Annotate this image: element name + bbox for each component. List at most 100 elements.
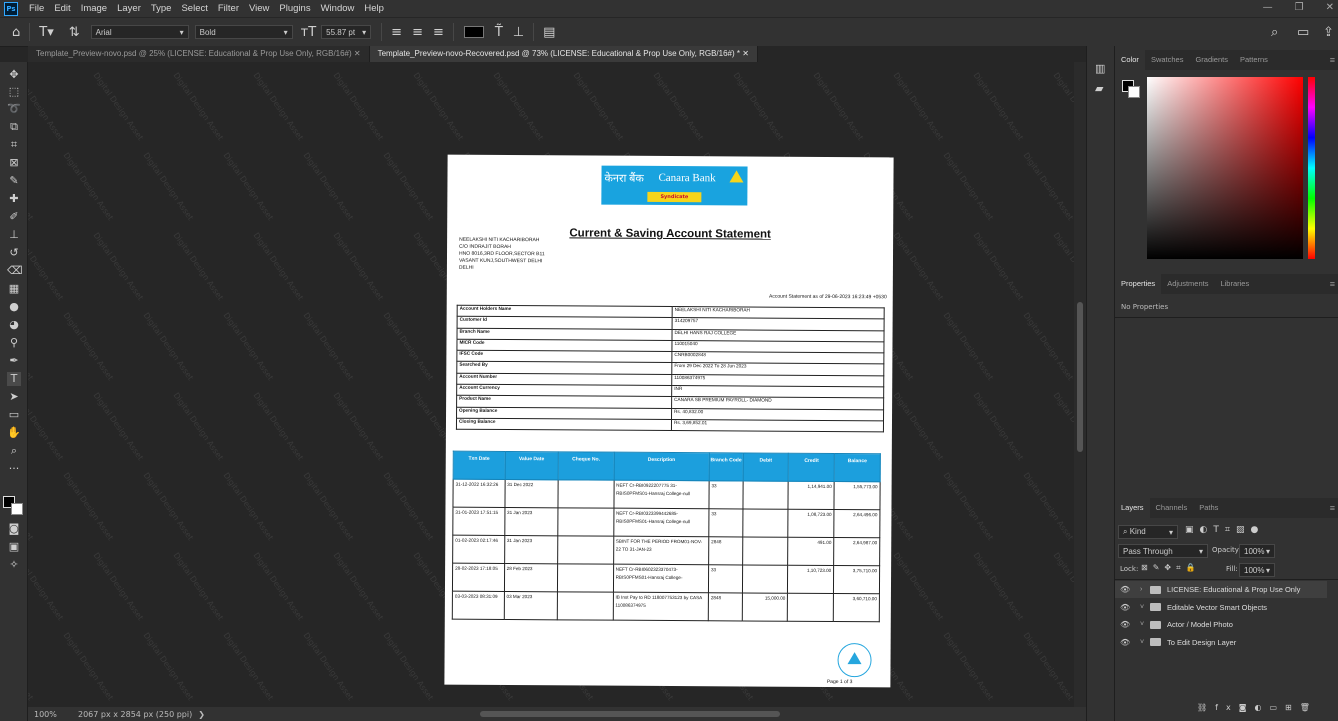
- move-tool-icon[interactable]: ✥: [7, 68, 21, 82]
- layer-kind-filter[interactable]: ⌕ Kind ▾: [1118, 525, 1178, 539]
- panel-menu-icon[interactable]: ≡: [1330, 55, 1335, 65]
- lock-position-icon[interactable]: ✥: [1164, 563, 1176, 572]
- panel-menu-icon[interactable]: ≡: [1330, 279, 1335, 289]
- history-brush-icon[interactable]: ↺: [7, 246, 21, 260]
- tab-channels[interactable]: Channels: [1150, 498, 1194, 518]
- hue-slider[interactable]: [1308, 77, 1315, 259]
- object-select-tool-icon[interactable]: ⧉: [7, 120, 21, 134]
- link-layers-icon[interactable]: ⛓: [1197, 703, 1215, 712]
- tab-patterns[interactable]: Patterns: [1234, 50, 1274, 70]
- healing-brush-icon[interactable]: ✚: [7, 192, 21, 206]
- align-center-icon[interactable]: ≡: [412, 25, 423, 40]
- delete-layer-icon[interactable]: 🗑: [1300, 703, 1318, 712]
- font-style-select[interactable]: Bold ▾: [194, 25, 293, 39]
- text-color-swatch[interactable]: [463, 26, 484, 38]
- edit-toolbar-icon[interactable]: ✧: [7, 558, 21, 572]
- menu-image[interactable]: Image: [76, 0, 112, 17]
- panel-menu-icon[interactable]: ≡: [1330, 503, 1335, 513]
- menu-file[interactable]: File: [24, 0, 49, 17]
- lock-artboard-icon[interactable]: ⌗: [1176, 563, 1186, 572]
- chevron-right-icon[interactable]: ˅: [1140, 621, 1150, 628]
- search-icon[interactable]: ⌕: [1271, 25, 1278, 40]
- workspace-icon[interactable]: ▭: [1297, 25, 1309, 40]
- menu-filter[interactable]: Filter: [213, 0, 244, 17]
- add-mask-icon[interactable]: ◙: [1239, 703, 1255, 712]
- chevron-right-icon[interactable]: ˅: [1140, 639, 1150, 646]
- align-left-icon[interactable]: ≡: [391, 25, 402, 40]
- tab-properties[interactable]: Properties: [1115, 274, 1162, 294]
- layer-row[interactable]: 👁 › LICENSE: Educational & Prop Use Only: [1115, 581, 1327, 598]
- menu-edit[interactable]: Edit: [49, 0, 75, 17]
- menu-type[interactable]: Type: [146, 0, 177, 17]
- zoom-tool-icon[interactable]: ⌕: [7, 444, 21, 458]
- restore-icon[interactable]: ❐: [1295, 0, 1304, 16]
- zoom-level[interactable]: 100%: [34, 710, 70, 719]
- zoom-lens-icon[interactable]: ⚲: [7, 336, 21, 350]
- home-icon[interactable]: ⌂: [12, 25, 20, 40]
- history-panel-icon[interactable]: ▥: [1095, 62, 1105, 75]
- tab-adjustments[interactable]: Adjustments: [1161, 274, 1214, 294]
- eraser-tool-icon[interactable]: ⌫: [7, 264, 23, 278]
- tab-paths[interactable]: Paths: [1193, 498, 1224, 518]
- rectangle-tool-icon[interactable]: ▭: [7, 408, 21, 422]
- text-orientation-icon[interactable]: ⇅: [69, 25, 80, 40]
- type-filter-icon[interactable]: T: [1213, 525, 1225, 535]
- dodge-tool-icon[interactable]: ◕: [7, 318, 21, 332]
- clone-stamp-icon[interactable]: ⊥: [7, 228, 21, 242]
- character-panel-icon[interactable]: ▤: [543, 25, 555, 40]
- pen-tool-icon[interactable]: ✒: [7, 354, 21, 368]
- font-family-select[interactable]: Arial ▾: [90, 25, 189, 39]
- tab-color[interactable]: Color: [1115, 50, 1145, 70]
- menu-layer[interactable]: Layer: [112, 0, 146, 17]
- layer-row[interactable]: 👁 ˅ Actor / Model Photo: [1115, 616, 1327, 633]
- background-color-swatch[interactable]: [1128, 86, 1140, 98]
- fx-icon[interactable]: fx: [1215, 703, 1239, 712]
- path-select-icon[interactable]: ➤: [7, 390, 21, 404]
- eyedropper-tool-icon[interactable]: ✎: [7, 174, 21, 188]
- status-menu-icon[interactable]: ❯: [198, 710, 205, 719]
- minimize-icon[interactable]: —: [1263, 0, 1273, 16]
- lasso-tool-icon[interactable]: ➰: [7, 102, 21, 116]
- crop-tool-icon[interactable]: ⌗: [7, 138, 21, 152]
- color-picker-field[interactable]: [1147, 77, 1303, 259]
- layer-row[interactable]: 👁 ˅ To Edit Design Layer: [1115, 634, 1327, 651]
- menu-view[interactable]: View: [244, 0, 274, 17]
- adjustment-filter-icon[interactable]: ◐: [1200, 525, 1214, 535]
- lock-paint-icon[interactable]: ✎: [1153, 563, 1165, 572]
- menu-window[interactable]: Window: [316, 0, 360, 17]
- visibility-eye-icon[interactable]: 👁: [1120, 603, 1134, 612]
- horizontal-scrollbar[interactable]: [480, 711, 780, 717]
- new-group-icon[interactable]: ▭: [1269, 703, 1285, 712]
- photoshop-logo-icon[interactable]: Ps: [4, 1, 18, 16]
- gradient-tool-icon[interactable]: ▦: [7, 282, 21, 296]
- warp-text-icon[interactable]: T̃: [495, 25, 503, 40]
- screen-mode-icon[interactable]: ▣: [7, 540, 21, 554]
- type-tool-icon[interactable]: T: [7, 372, 21, 386]
- opacity-field[interactable]: 100% ▾: [1239, 544, 1275, 558]
- lock-all-icon[interactable]: 🔒: [1186, 563, 1201, 572]
- 3d-text-icon[interactable]: ⊥: [513, 25, 524, 40]
- visibility-eye-icon[interactable]: 👁: [1120, 620, 1134, 629]
- tab-libraries[interactable]: Libraries: [1214, 274, 1255, 294]
- tab-layers[interactable]: Layers: [1115, 498, 1150, 518]
- smart-object-filter-icon[interactable]: ▨: [1236, 525, 1251, 535]
- quick-mask-icon[interactable]: ◙: [7, 522, 21, 536]
- align-right-icon[interactable]: ≡: [433, 25, 444, 40]
- type-tool-preset-icon[interactable]: T▾: [39, 25, 53, 40]
- document-canvas[interactable]: केनरा बैंक Canara Bank Syndicate Current…: [444, 154, 894, 688]
- tab-document-2[interactable]: Template_Preview-novo-Recovered.psd @ 73…: [369, 46, 758, 62]
- comments-panel-icon[interactable]: ▰: [1095, 82, 1103, 95]
- share-icon[interactable]: ⇪: [1323, 25, 1334, 40]
- shape-filter-icon[interactable]: ⌗: [1225, 525, 1236, 535]
- visibility-eye-icon[interactable]: 👁: [1120, 638, 1134, 647]
- frame-tool-icon[interactable]: ⊠: [7, 156, 21, 170]
- marquee-tool-icon[interactable]: ⬚: [7, 85, 21, 99]
- adjustment-layer-icon[interactable]: ◐: [1254, 703, 1269, 712]
- fill-field[interactable]: 100% ▾: [1239, 563, 1275, 577]
- layer-row[interactable]: 👁 ˅ Editable Vector Smart Objects: [1115, 599, 1327, 616]
- tab-document-1[interactable]: Template_Preview-novo.psd @ 25% (LICENSE…: [28, 46, 370, 62]
- background-color-swatch[interactable]: [11, 503, 23, 515]
- tab-gradients[interactable]: Gradients: [1189, 50, 1234, 70]
- filter-toggle-icon[interactable]: ●: [1250, 525, 1264, 535]
- new-layer-icon[interactable]: ⊞: [1285, 703, 1300, 712]
